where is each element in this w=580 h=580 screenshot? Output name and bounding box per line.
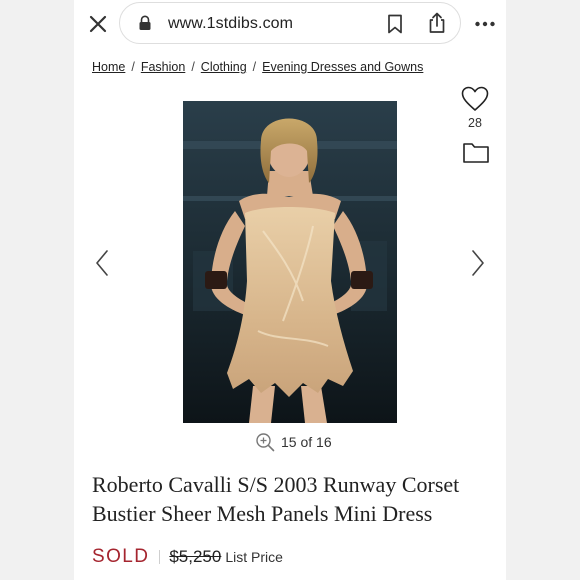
close-button[interactable] xyxy=(86,12,110,36)
lock-icon xyxy=(139,15,151,30)
address-bar[interactable]: www.1stdibs.com xyxy=(119,2,461,44)
previous-image-arrow-icon[interactable] xyxy=(92,248,112,278)
breadcrumb-home[interactable]: Home xyxy=(92,60,125,74)
breadcrumb-fashion[interactable]: Fashion xyxy=(141,60,185,74)
breadcrumb-separator: / xyxy=(252,60,257,74)
breadcrumb-evening-dresses[interactable]: Evening Dresses and Gowns xyxy=(262,60,423,74)
breadcrumb-clothing[interactable]: Clothing xyxy=(201,60,247,74)
heart-icon[interactable] xyxy=(461,86,489,112)
breadcrumb-separator: / xyxy=(131,60,135,74)
breadcrumb: Home / Fashion / Clothing / Evening Dresses an… xyxy=(92,60,423,74)
image-counter: 15 of 16 xyxy=(281,434,332,450)
list-price-label: List Price xyxy=(225,549,283,565)
page: www.1stdibs.com Home / Fashion / Clothing / Ev… xyxy=(74,0,506,580)
close-icon xyxy=(89,15,107,33)
more-icon[interactable] xyxy=(474,14,496,34)
product-image[interactable] xyxy=(183,101,397,423)
list-price-value: $5,250 xyxy=(169,547,222,566)
breadcrumb-separator: / xyxy=(191,60,195,74)
next-image-arrow-icon[interactable] xyxy=(468,248,488,278)
favorites-count: 28 xyxy=(468,116,482,130)
url-text: www.1stdibs.com xyxy=(168,15,294,32)
product-title: Roberto Cavalli S/S 2003 Runway Corset B… xyxy=(92,472,460,526)
price-row: SOLD $5,250 List Price xyxy=(92,546,283,568)
sold-status-label: SOLD xyxy=(92,546,150,567)
folder-icon[interactable] xyxy=(462,140,490,164)
price-divider xyxy=(159,550,161,564)
zoom-in-icon[interactable] xyxy=(255,432,275,452)
runway-photo xyxy=(183,101,397,423)
bookmark-icon[interactable] xyxy=(386,14,404,34)
share-icon[interactable] xyxy=(427,12,447,34)
